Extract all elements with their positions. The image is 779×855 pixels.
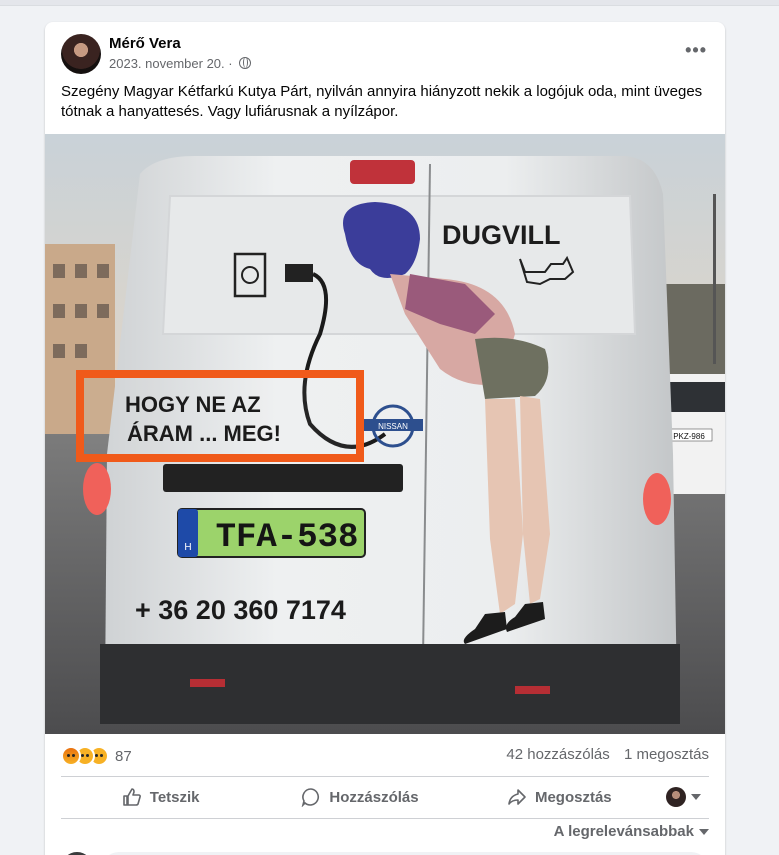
like-icon	[122, 788, 141, 806]
slogan-line1: HOGY NE AZ	[125, 392, 261, 417]
left-reflector	[190, 679, 225, 687]
plate-country: H	[184, 542, 191, 553]
like-label: Tetszik	[149, 788, 200, 806]
bumper	[100, 644, 680, 724]
top-strip	[0, 0, 779, 6]
engagement-stats: 42 hozzászólás 1 megosztás	[496, 746, 709, 763]
right-taillight	[643, 473, 671, 525]
angry-reaction-icon	[61, 746, 81, 766]
globe-icon	[239, 57, 252, 69]
post-meta: 2023. november 20. ·	[109, 56, 252, 71]
reactions-summary[interactable]: 87	[61, 744, 132, 768]
comment-count[interactable]: 42 hozzászólás	[506, 746, 609, 763]
share-button[interactable]: Megosztás	[460, 779, 659, 815]
post-header: Mérő Vera 2023. november 20. · •••	[45, 22, 725, 82]
plug	[285, 264, 313, 282]
share-count[interactable]: 1 megosztás	[624, 746, 709, 763]
comment-label: Hozzászólás	[329, 788, 419, 806]
like-button[interactable]: Tetszik	[61, 779, 260, 815]
left-taillight	[83, 463, 111, 515]
brand-text: DUGVILL	[442, 220, 561, 250]
comment-icon	[302, 788, 320, 807]
post-photo[interactable]: PKZ-986 DUGVILL NISSAN HOGY NE AZ ÁRAM .…	[45, 134, 725, 734]
divider-bottom	[61, 818, 709, 819]
action-bar: Tetszik Hozzászólás Megosztás	[61, 777, 709, 817]
share-label: Megosztás	[534, 788, 612, 806]
right-car-window	[670, 382, 725, 412]
caret-down-icon	[691, 794, 702, 800]
right-reflector	[515, 686, 550, 694]
profile-mini-avatar	[666, 787, 687, 807]
woman-shorts	[475, 337, 549, 399]
react-as-selector[interactable]	[659, 779, 709, 815]
sort-label: A legrelevánsabbak	[553, 823, 694, 840]
sort-caret-icon	[699, 828, 709, 835]
nissan-text: NISSAN	[378, 422, 408, 431]
post-card: Mérő Vera 2023. november 20. · ••• Szegé…	[45, 22, 725, 855]
brake-light	[350, 160, 415, 184]
pole	[713, 194, 716, 364]
more-options-button[interactable]: •••	[685, 40, 707, 61]
slogan-line2: ÁRAM ... MEG!	[127, 421, 281, 446]
reaction-count[interactable]: 87	[115, 748, 132, 765]
post-text: Szegény Magyar Kétfarkú Kutya Párt, nyil…	[61, 83, 703, 120]
comment-button[interactable]: Hozzászólás	[260, 779, 459, 815]
author-avatar[interactable]	[61, 34, 101, 74]
comment-sort-dropdown[interactable]: A legrelevánsabbak	[554, 823, 709, 840]
phone-number: + 36 20 360 7174	[135, 595, 346, 625]
right-car-plate-text: PKZ-986	[673, 432, 705, 441]
post-date[interactable]: 2023. november 20. ·	[109, 56, 233, 71]
plate-number: TFA-538	[216, 519, 359, 557]
author-name[interactable]: Mérő Vera	[109, 35, 181, 52]
handle-bar	[163, 464, 403, 492]
share-icon	[508, 789, 526, 805]
